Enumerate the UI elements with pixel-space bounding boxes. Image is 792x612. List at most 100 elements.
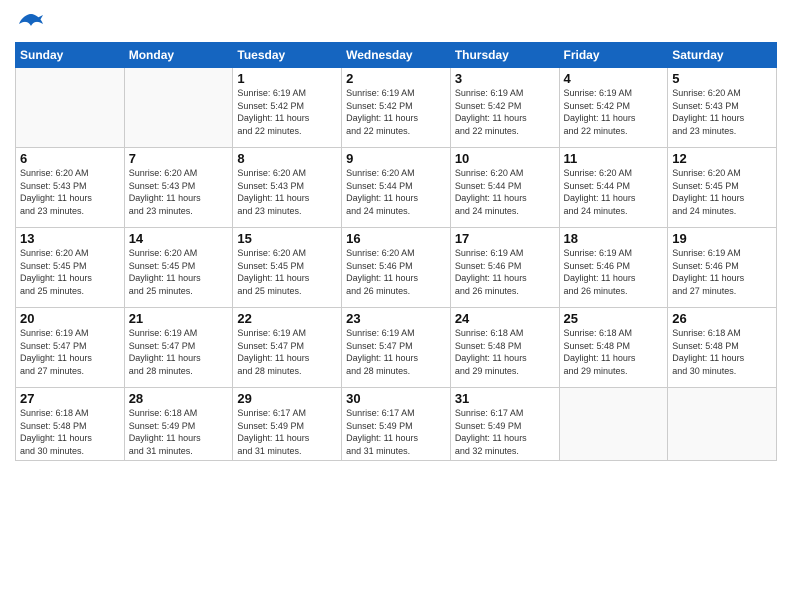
weekday-wednesday: Wednesday <box>342 43 451 68</box>
weekday-sunday: Sunday <box>16 43 125 68</box>
day-number: 9 <box>346 151 446 166</box>
calendar-week-5: 27Sunrise: 6:18 AM Sunset: 5:48 PM Dayli… <box>16 388 777 461</box>
calendar-cell: 17Sunrise: 6:19 AM Sunset: 5:46 PM Dayli… <box>450 228 559 308</box>
calendar-cell: 20Sunrise: 6:19 AM Sunset: 5:47 PM Dayli… <box>16 308 125 388</box>
day-number: 25 <box>564 311 664 326</box>
day-number: 27 <box>20 391 120 406</box>
day-info: Sunrise: 6:19 AM Sunset: 5:46 PM Dayligh… <box>455 247 555 297</box>
day-info: Sunrise: 6:20 AM Sunset: 5:46 PM Dayligh… <box>346 247 446 297</box>
day-number: 1 <box>237 71 337 86</box>
weekday-thursday: Thursday <box>450 43 559 68</box>
day-info: Sunrise: 6:20 AM Sunset: 5:43 PM Dayligh… <box>20 167 120 217</box>
day-info: Sunrise: 6:20 AM Sunset: 5:43 PM Dayligh… <box>237 167 337 217</box>
weekday-tuesday: Tuesday <box>233 43 342 68</box>
day-number: 21 <box>129 311 229 326</box>
day-number: 30 <box>346 391 446 406</box>
day-number: 7 <box>129 151 229 166</box>
calendar-cell: 19Sunrise: 6:19 AM Sunset: 5:46 PM Dayli… <box>668 228 777 308</box>
day-info: Sunrise: 6:20 AM Sunset: 5:45 PM Dayligh… <box>237 247 337 297</box>
day-number: 14 <box>129 231 229 246</box>
calendar-week-3: 13Sunrise: 6:20 AM Sunset: 5:45 PM Dayli… <box>16 228 777 308</box>
calendar-week-1: 1Sunrise: 6:19 AM Sunset: 5:42 PM Daylig… <box>16 68 777 148</box>
calendar-cell: 24Sunrise: 6:18 AM Sunset: 5:48 PM Dayli… <box>450 308 559 388</box>
day-info: Sunrise: 6:20 AM Sunset: 5:45 PM Dayligh… <box>672 167 772 217</box>
day-number: 28 <box>129 391 229 406</box>
calendar-cell <box>124 68 233 148</box>
weekday-monday: Monday <box>124 43 233 68</box>
page-header <box>15 10 777 34</box>
day-info: Sunrise: 6:19 AM Sunset: 5:47 PM Dayligh… <box>129 327 229 377</box>
day-info: Sunrise: 6:20 AM Sunset: 5:45 PM Dayligh… <box>129 247 229 297</box>
calendar-cell <box>668 388 777 461</box>
day-info: Sunrise: 6:17 AM Sunset: 5:49 PM Dayligh… <box>346 407 446 457</box>
day-info: Sunrise: 6:18 AM Sunset: 5:48 PM Dayligh… <box>455 327 555 377</box>
calendar-cell: 18Sunrise: 6:19 AM Sunset: 5:46 PM Dayli… <box>559 228 668 308</box>
weekday-header-row: SundayMondayTuesdayWednesdayThursdayFrid… <box>16 43 777 68</box>
calendar-cell: 16Sunrise: 6:20 AM Sunset: 5:46 PM Dayli… <box>342 228 451 308</box>
calendar-cell: 14Sunrise: 6:20 AM Sunset: 5:45 PM Dayli… <box>124 228 233 308</box>
day-number: 31 <box>455 391 555 406</box>
day-number: 29 <box>237 391 337 406</box>
calendar-cell: 12Sunrise: 6:20 AM Sunset: 5:45 PM Dayli… <box>668 148 777 228</box>
day-info: Sunrise: 6:19 AM Sunset: 5:46 PM Dayligh… <box>564 247 664 297</box>
calendar-cell: 29Sunrise: 6:17 AM Sunset: 5:49 PM Dayli… <box>233 388 342 461</box>
calendar-table: SundayMondayTuesdayWednesdayThursdayFrid… <box>15 42 777 461</box>
day-number: 23 <box>346 311 446 326</box>
calendar-cell: 8Sunrise: 6:20 AM Sunset: 5:43 PM Daylig… <box>233 148 342 228</box>
calendar-week-2: 6Sunrise: 6:20 AM Sunset: 5:43 PM Daylig… <box>16 148 777 228</box>
calendar-cell: 7Sunrise: 6:20 AM Sunset: 5:43 PM Daylig… <box>124 148 233 228</box>
day-info: Sunrise: 6:18 AM Sunset: 5:49 PM Dayligh… <box>129 407 229 457</box>
day-number: 16 <box>346 231 446 246</box>
day-number: 18 <box>564 231 664 246</box>
day-number: 17 <box>455 231 555 246</box>
calendar-cell: 9Sunrise: 6:20 AM Sunset: 5:44 PM Daylig… <box>342 148 451 228</box>
day-number: 15 <box>237 231 337 246</box>
day-info: Sunrise: 6:20 AM Sunset: 5:43 PM Dayligh… <box>672 87 772 137</box>
day-number: 12 <box>672 151 772 166</box>
day-info: Sunrise: 6:19 AM Sunset: 5:42 PM Dayligh… <box>346 87 446 137</box>
day-number: 11 <box>564 151 664 166</box>
day-number: 4 <box>564 71 664 86</box>
day-info: Sunrise: 6:19 AM Sunset: 5:47 PM Dayligh… <box>237 327 337 377</box>
weekday-friday: Friday <box>559 43 668 68</box>
day-info: Sunrise: 6:19 AM Sunset: 5:47 PM Dayligh… <box>20 327 120 377</box>
day-info: Sunrise: 6:20 AM Sunset: 5:44 PM Dayligh… <box>346 167 446 217</box>
day-number: 24 <box>455 311 555 326</box>
day-info: Sunrise: 6:19 AM Sunset: 5:42 PM Dayligh… <box>564 87 664 137</box>
day-info: Sunrise: 6:20 AM Sunset: 5:44 PM Dayligh… <box>455 167 555 217</box>
calendar-cell: 31Sunrise: 6:17 AM Sunset: 5:49 PM Dayli… <box>450 388 559 461</box>
day-info: Sunrise: 6:20 AM Sunset: 5:45 PM Dayligh… <box>20 247 120 297</box>
calendar-cell <box>559 388 668 461</box>
day-info: Sunrise: 6:19 AM Sunset: 5:42 PM Dayligh… <box>237 87 337 137</box>
calendar-cell: 2Sunrise: 6:19 AM Sunset: 5:42 PM Daylig… <box>342 68 451 148</box>
day-info: Sunrise: 6:17 AM Sunset: 5:49 PM Dayligh… <box>237 407 337 457</box>
calendar-cell: 1Sunrise: 6:19 AM Sunset: 5:42 PM Daylig… <box>233 68 342 148</box>
calendar-cell: 15Sunrise: 6:20 AM Sunset: 5:45 PM Dayli… <box>233 228 342 308</box>
day-info: Sunrise: 6:18 AM Sunset: 5:48 PM Dayligh… <box>672 327 772 377</box>
calendar-week-4: 20Sunrise: 6:19 AM Sunset: 5:47 PM Dayli… <box>16 308 777 388</box>
calendar-cell: 26Sunrise: 6:18 AM Sunset: 5:48 PM Dayli… <box>668 308 777 388</box>
day-info: Sunrise: 6:18 AM Sunset: 5:48 PM Dayligh… <box>20 407 120 457</box>
logo-bird-icon <box>17 10 45 38</box>
day-info: Sunrise: 6:19 AM Sunset: 5:47 PM Dayligh… <box>346 327 446 377</box>
day-number: 5 <box>672 71 772 86</box>
day-number: 26 <box>672 311 772 326</box>
calendar-cell: 28Sunrise: 6:18 AM Sunset: 5:49 PM Dayli… <box>124 388 233 461</box>
day-number: 19 <box>672 231 772 246</box>
day-info: Sunrise: 6:18 AM Sunset: 5:48 PM Dayligh… <box>564 327 664 377</box>
logo <box>15 10 45 34</box>
day-info: Sunrise: 6:20 AM Sunset: 5:43 PM Dayligh… <box>129 167 229 217</box>
day-number: 8 <box>237 151 337 166</box>
calendar-cell: 21Sunrise: 6:19 AM Sunset: 5:47 PM Dayli… <box>124 308 233 388</box>
day-number: 20 <box>20 311 120 326</box>
day-info: Sunrise: 6:20 AM Sunset: 5:44 PM Dayligh… <box>564 167 664 217</box>
calendar-cell: 6Sunrise: 6:20 AM Sunset: 5:43 PM Daylig… <box>16 148 125 228</box>
calendar-cell: 4Sunrise: 6:19 AM Sunset: 5:42 PM Daylig… <box>559 68 668 148</box>
calendar-cell: 22Sunrise: 6:19 AM Sunset: 5:47 PM Dayli… <box>233 308 342 388</box>
weekday-saturday: Saturday <box>668 43 777 68</box>
calendar-cell: 13Sunrise: 6:20 AM Sunset: 5:45 PM Dayli… <box>16 228 125 308</box>
calendar-cell: 11Sunrise: 6:20 AM Sunset: 5:44 PM Dayli… <box>559 148 668 228</box>
day-number: 2 <box>346 71 446 86</box>
calendar-cell: 5Sunrise: 6:20 AM Sunset: 5:43 PM Daylig… <box>668 68 777 148</box>
day-number: 13 <box>20 231 120 246</box>
